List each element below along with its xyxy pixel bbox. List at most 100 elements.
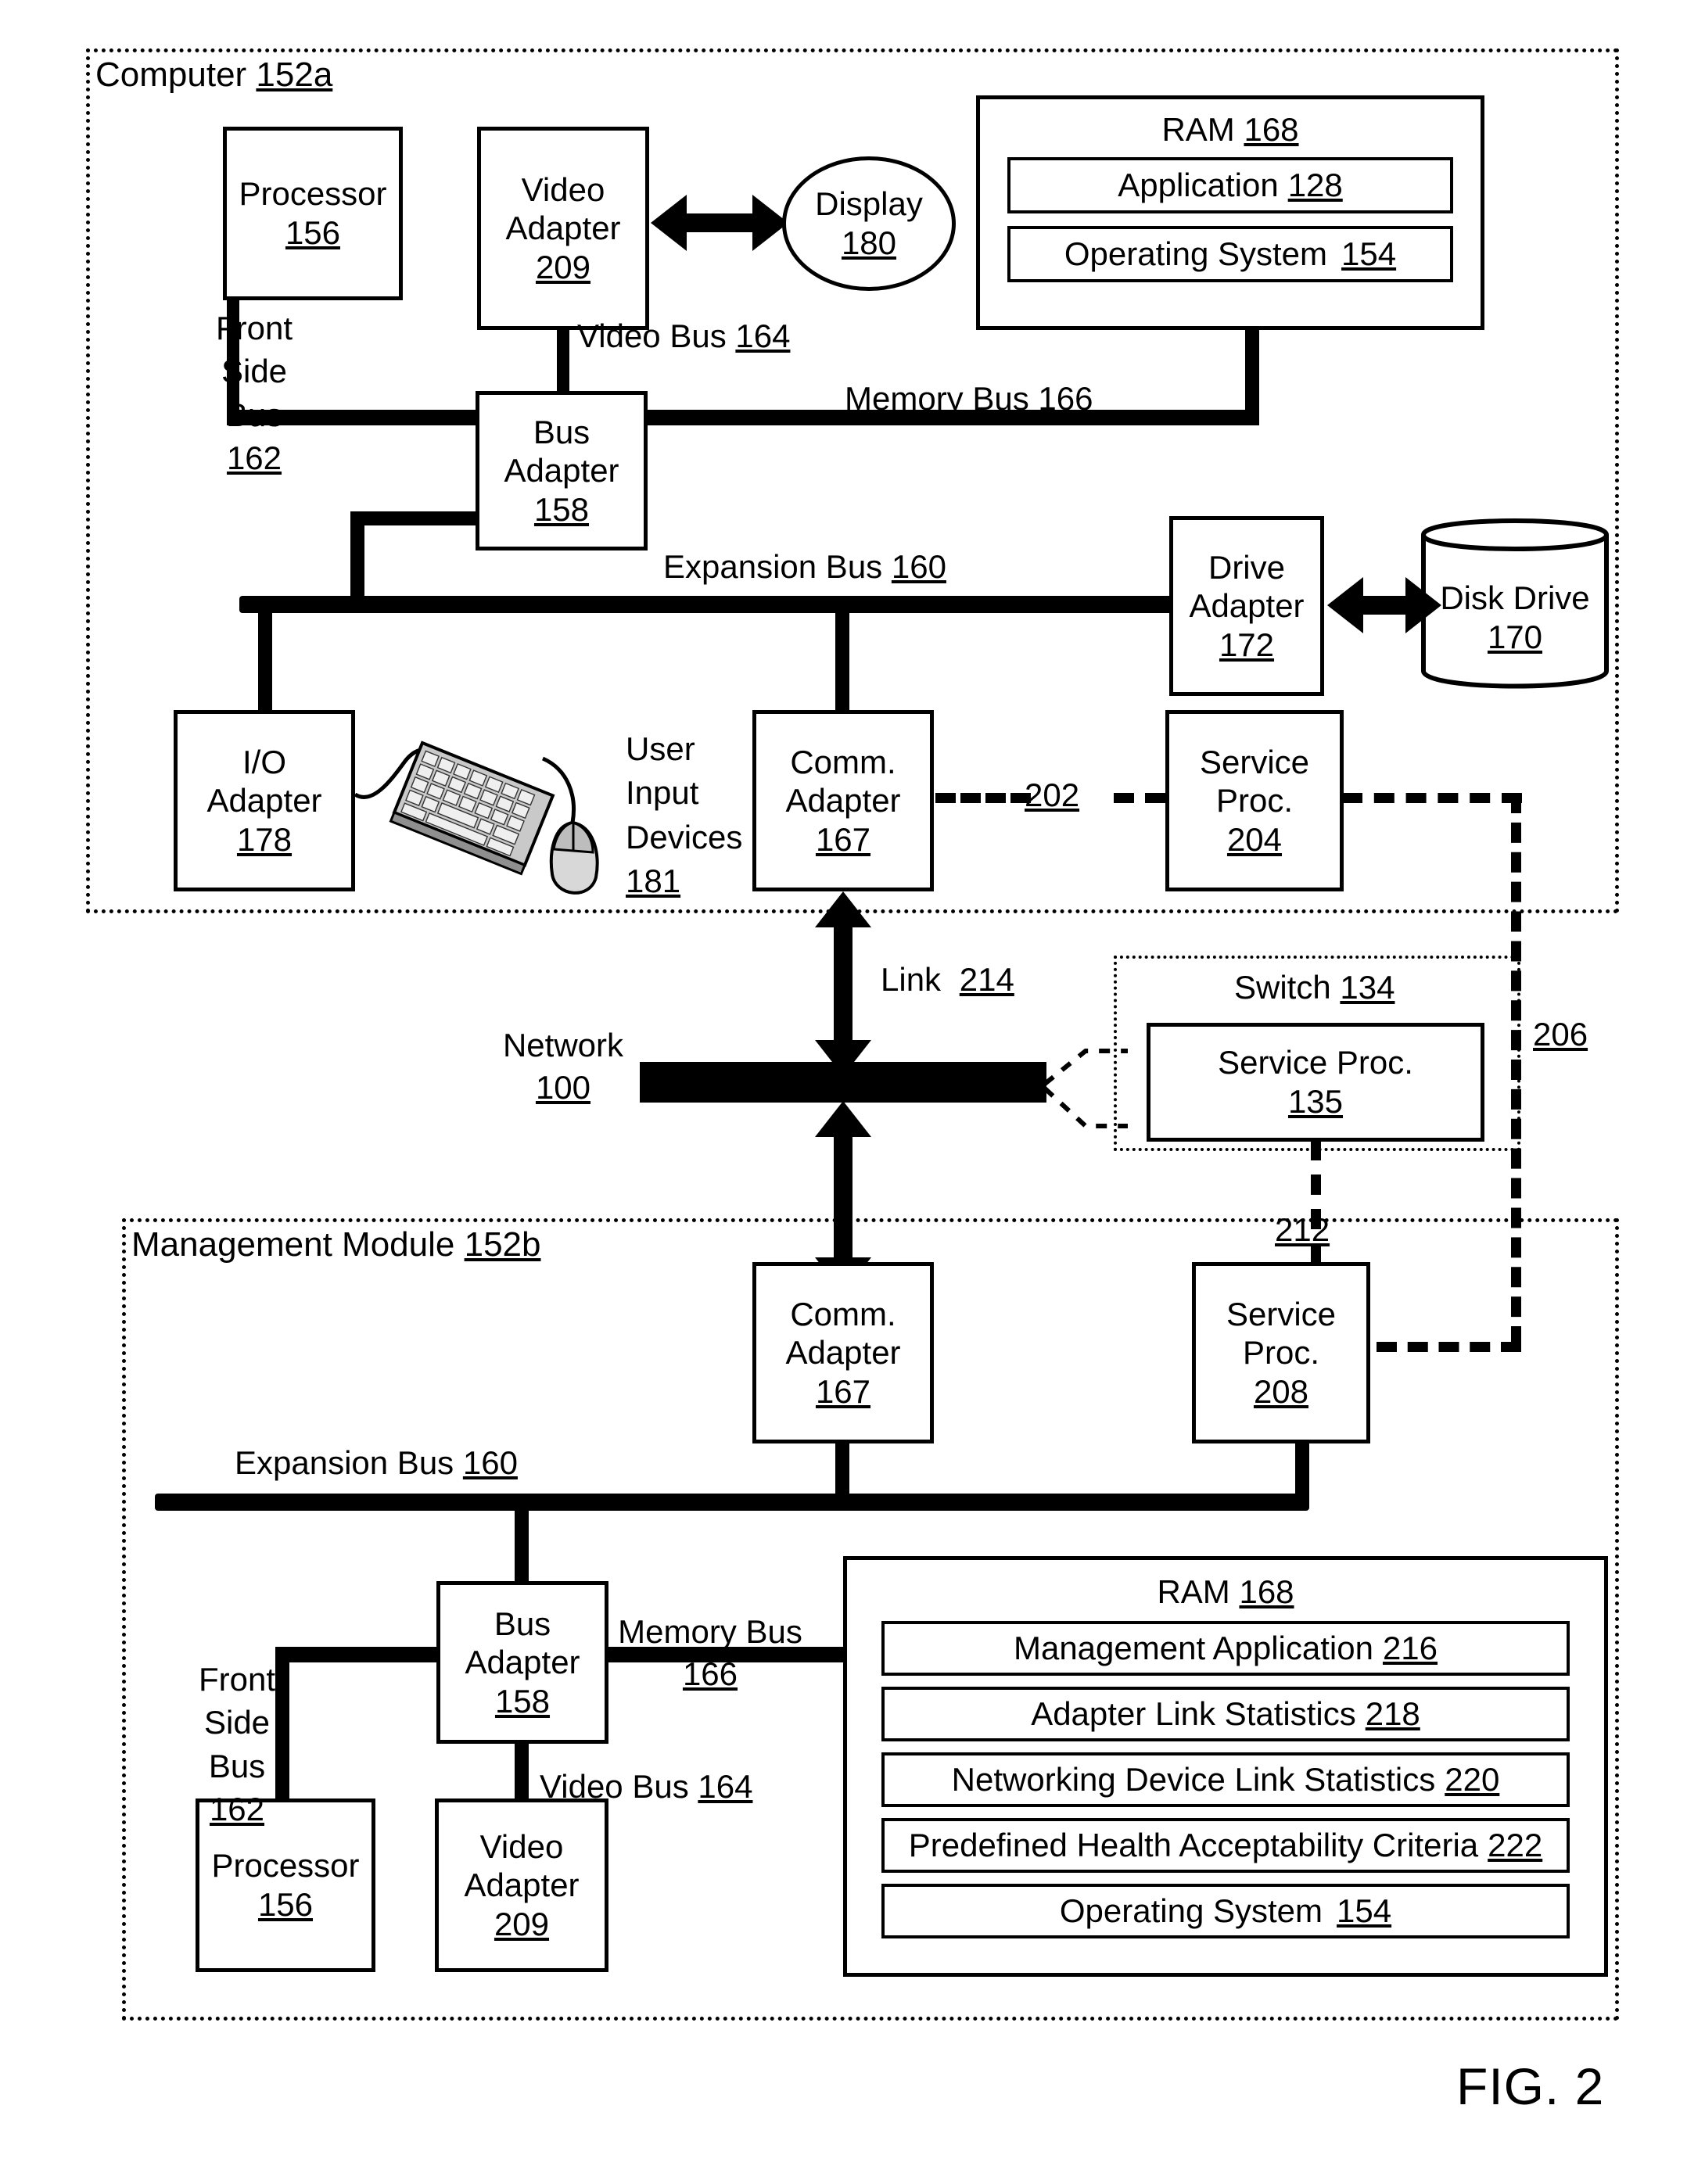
network-text: Network <box>502 1027 624 1063</box>
computer-enclosure-label: Computer 152a <box>95 56 332 94</box>
mgmt-front-side-bus-line2: Side <box>203 1704 271 1741</box>
video-adapter-ref: 209 <box>535 248 591 285</box>
user-input-devices-line2: Input <box>626 774 699 812</box>
service-proc-computer-ref: 204 <box>1226 820 1283 858</box>
computer-ref: 152a <box>256 56 333 94</box>
comm-adapter-management-label-1: Comm. <box>790 1295 896 1332</box>
link-206-segment-top-horizontal <box>1342 793 1522 803</box>
comm-adapter-computer-label-2: Adapter <box>785 782 901 819</box>
service-proc-computer-label-1: Service <box>1199 743 1310 780</box>
display-label: Display <box>815 185 923 222</box>
drive-disk-arrow-left-head <box>1327 577 1363 633</box>
mgmt-processor-ref: 156 <box>257 1886 314 1923</box>
link-206-label: 206 <box>1533 1015 1588 1054</box>
user-input-devices-ref: 181 <box>626 862 681 899</box>
service-proc-management-label-2: Proc. <box>1242 1334 1320 1372</box>
disk-drive-label: Disk Drive <box>1440 579 1590 616</box>
expansion-bus-ref: 160 <box>891 548 946 585</box>
mgmt-expansion-bus-bar <box>155 1494 1309 1511</box>
service-proc-computer-label-2: Proc. <box>1215 782 1294 819</box>
expansion-bus-text: Expansion Bus <box>663 548 883 585</box>
front-side-bus-line1: Front <box>215 310 293 346</box>
processor-ref: 156 <box>285 214 341 251</box>
bus-adapter-to-expansion-stub-v <box>350 511 364 605</box>
link-214-lower-line <box>834 1134 852 1268</box>
mgmt-ram-item-2-ref: 220 <box>1445 1760 1500 1798</box>
ram-box-computer: RAM 168 Application 128 Operating System… <box>976 95 1484 330</box>
mgmt-ram-title: RAM <box>1157 1573 1230 1610</box>
link-202-label: 202 <box>1025 776 1079 815</box>
mgmt-ram-item-2-label: Networking Device Link Statistics <box>951 1760 1436 1798</box>
mgmt-video-adapter-box[interactable]: Video Adapter 209 <box>435 1798 608 1972</box>
expansion-bus-bar <box>239 596 1170 613</box>
service-proc-management-ref: 208 <box>1253 1372 1309 1410</box>
mgmt-memory-bus-line1: Memory Bus <box>618 1613 802 1650</box>
bus-adapter-to-expansion-stub-h <box>350 511 483 525</box>
video-adapter-box[interactable]: Video Adapter 209 <box>477 127 649 330</box>
bus-adapter-box[interactable]: Bus Adapter 158 <box>476 391 648 550</box>
mgmt-ram-ref: 168 <box>1239 1573 1294 1610</box>
memory-bus-wire-vertical <box>1245 327 1259 413</box>
link-214-label: Link 214 <box>881 960 1014 999</box>
io-adapter-box[interactable]: I/O Adapter 178 <box>174 710 355 891</box>
ram-item-application[interactable]: Application 128 <box>1007 156 1453 213</box>
link-206-segment-bottom-horizontal <box>1377 1342 1521 1352</box>
switch-title: Switch <box>1234 969 1331 1006</box>
processor-box[interactable]: Processor 156 <box>223 127 403 300</box>
memory-bus-ref: 166 <box>1038 380 1093 417</box>
mgmt-ram-item-4-ref: 154 <box>1337 1892 1392 1929</box>
front-side-bus-ref: 162 <box>226 439 282 477</box>
mgmt-ram-item-0-ref: 216 <box>1382 1629 1438 1666</box>
mgmt-bus-adapter-box[interactable]: Bus Adapter 158 <box>436 1581 608 1744</box>
mgmt-video-bus-label: Video Bus 164 <box>540 1767 752 1806</box>
service-proc-box-computer[interactable]: Service Proc. 204 <box>1165 710 1344 891</box>
mgmt-expansion-bus-text: Expansion Bus <box>235 1444 454 1481</box>
mgmt-memory-bus-label: Memory Bus 166 <box>608 1611 812 1695</box>
mgmt-memory-bus-ref: 166 <box>682 1655 738 1692</box>
link-214-text: Link <box>881 961 942 998</box>
io-adapter-ref: 178 <box>236 820 293 858</box>
ram-title: RAM <box>1161 111 1235 148</box>
front-side-bus-line2: Side <box>221 353 288 390</box>
drive-adapter-box[interactable]: Drive Adapter 172 <box>1169 516 1324 696</box>
mgmt-ram-item-networking-device-link-statistics[interactable]: Networking Device Link Statistics 220 <box>881 1752 1570 1807</box>
mgmt-video-adapter-label-1: Video <box>479 1827 564 1865</box>
mgmt-bus-adapter-label-1: Bus <box>494 1605 551 1642</box>
display-oval[interactable]: Display 180 <box>782 156 956 291</box>
mgmt-front-side-bus-label: Front Side Bus 162 <box>186 1658 288 1831</box>
computer-title: Computer <box>95 56 247 94</box>
display-ref: 180 <box>841 224 897 261</box>
front-side-bus-line3: Bus <box>225 396 283 433</box>
mgmt-ram-item-operating-system[interactable]: Operating System 154 <box>881 1883 1570 1938</box>
mgmt-processor-label: Processor <box>211 1847 360 1885</box>
link-214-lower-arrow-up <box>815 1101 871 1137</box>
mgmt-ram-item-management-application[interactable]: Management Application 216 <box>881 1620 1570 1676</box>
expansion-bus-drop-io-adapter <box>258 608 272 713</box>
disk-drive-ref: 170 <box>1487 619 1543 656</box>
link-212-ref: 212 <box>1275 1211 1330 1248</box>
link-214-ref: 214 <box>959 961 1014 998</box>
drive-adapter-label-2: Adapter <box>1189 587 1305 625</box>
comm-adapter-box-management[interactable]: Comm. Adapter 167 <box>752 1262 934 1443</box>
mgmt-ram-item-adapter-link-statistics[interactable]: Adapter Link Statistics 218 <box>881 1686 1570 1741</box>
ram-item-operating-system-ref: 154 <box>1341 235 1397 272</box>
switch-service-proc-label: Service Proc. <box>1218 1044 1413 1081</box>
network-bar[interactable] <box>640 1062 1046 1103</box>
mgmt-ram-item-4-label: Operating System <box>1059 1892 1323 1929</box>
ram-item-application-ref: 128 <box>1287 166 1343 203</box>
processor-label: Processor <box>239 175 387 213</box>
switch-service-proc-box[interactable]: Service Proc. 135 <box>1147 1023 1484 1142</box>
mgmt-ram-item-predefined-health-acceptability-criteria[interactable]: Predefined Health Acceptability Criteria… <box>881 1817 1570 1873</box>
network-ref: 100 <box>535 1068 591 1106</box>
ram-item-operating-system[interactable]: Operating System 154 <box>1007 225 1453 282</box>
ram-ref: 168 <box>1244 111 1299 148</box>
comm-adapter-box-computer[interactable]: Comm. Adapter 167 <box>752 710 934 891</box>
video-display-arrow-line <box>674 213 762 232</box>
video-bus-ref: 164 <box>735 317 791 354</box>
link-214-upper-arrow-up <box>815 891 871 927</box>
ram-item-application-label: Application <box>1118 166 1279 203</box>
front-side-bus-label: Front Side Bus 162 <box>207 307 301 480</box>
mgmt-ram-title-row: RAM 168 <box>1157 1573 1294 1612</box>
network-to-switch-connector <box>1043 1049 1128 1128</box>
service-proc-box-management[interactable]: Service Proc. 208 <box>1192 1262 1370 1443</box>
